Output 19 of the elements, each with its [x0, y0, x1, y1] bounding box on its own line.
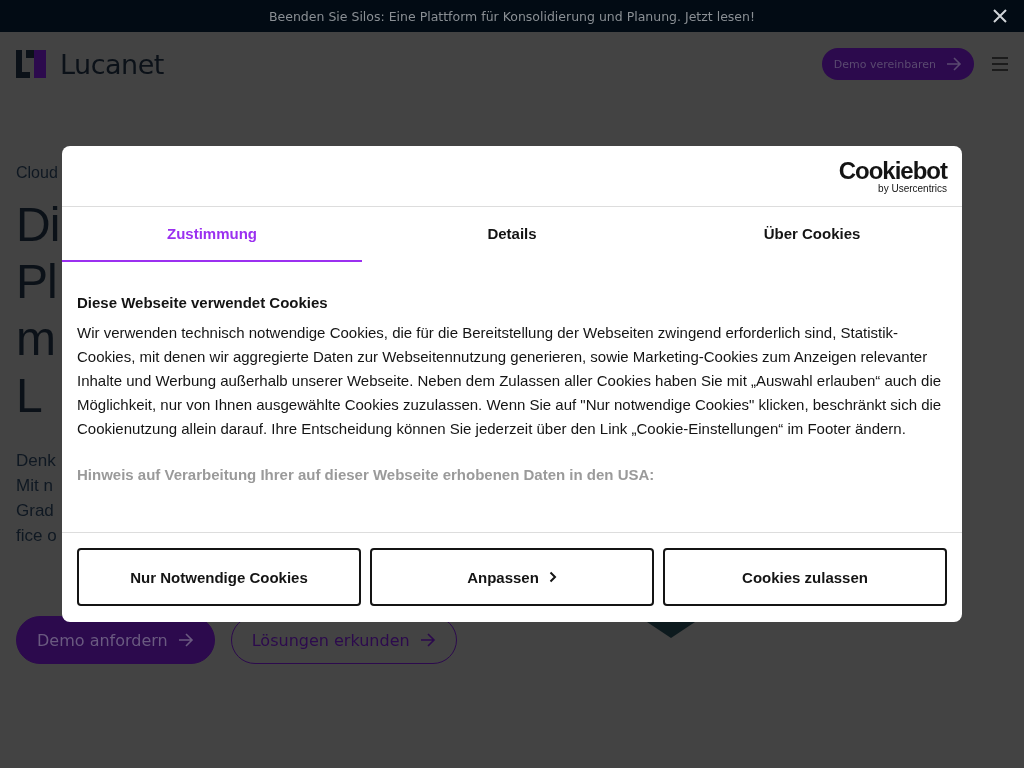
consent-button[interactable]: Nur Notwendige Cookies [77, 548, 361, 606]
logo-icon [16, 50, 46, 78]
consent-button[interactable]: Anpassen [370, 548, 654, 606]
arrow-right-icon [177, 633, 194, 647]
arrow-right-icon [946, 57, 962, 71]
notice-heading: Hinweis auf Verarbeitung Ihrer auf dieser Webseite erhobenen Daten in den USA: [77, 466, 656, 483]
chevron-right-icon [548, 571, 557, 583]
announcement-text[interactable]: Beenden Sie Silos: Eine Plattform für Konsolidierung und Planung. Jetzt lesen! [269, 8, 755, 24]
headline-text: m [16, 311, 55, 367]
headline-text: Di [16, 197, 60, 253]
arrow-right-icon [419, 633, 436, 647]
brand-logo-text: Cookiebot [838, 158, 947, 183]
headline-text: L [16, 368, 42, 424]
dialog-heading: Diese Webseite verwendet Cookies [77, 294, 329, 311]
headline-text: Pl [16, 254, 57, 310]
consent-button[interactable]: Cookies zulassen [663, 548, 947, 606]
dialog-text: Wir verwenden technisch notwendige Cookies, die für die Bereitstellung der Webseiten zwingend erforderlich sind, Statistik-Cookies, mit denen wir aggregierte Daten zur Webseitennutzung generieren, sowie Marketing-Cookies zum Anzeigen relevanter Inhalte und Werbung außerhalb unserer Webseite. Neben dem Zulassen aller Cookies haben Sie mit „Auswahl erlauben“ auch die Möglichkeit, nur von Ihnen ausgewählte Cookies zuzulassen. Wenn Sie auf "Nur notwendige Cookies" klicken, beschränkt sich die Cookienutzung allein darauf. Ihre Entscheidung können Sie jederzeit über den Link „Cookie-Einstellungen“ im Footer ändern. [77, 323, 943, 439]
brand-subtitle: by Usercentrics [878, 182, 947, 194]
close-button[interactable] [992, 8, 1008, 24]
